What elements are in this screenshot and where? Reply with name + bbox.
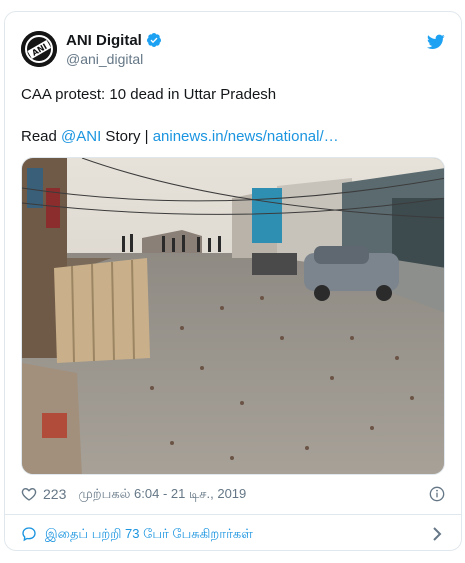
like-count[interactable]: 223 [43, 486, 66, 502]
author-handle[interactable]: @ani_digital [66, 51, 162, 67]
read-prefix: Read [21, 128, 62, 145]
conversation-count-text[interactable]: இதைப் பற்றி 73 பேர் பேசுகிறார்கள் [45, 526, 253, 543]
avatar[interactable]: ANI [21, 31, 57, 67]
tweet-timestamp[interactable]: முற்பகல் 6:04 - 21 டிச., 2019 [78, 486, 246, 503]
ani-logo-icon: ANI [21, 31, 57, 67]
author-names[interactable]: ANI Digital @ani_digital [66, 31, 162, 67]
chevron-right-icon[interactable] [431, 526, 443, 542]
conversation-link[interactable]: இதைப் பற்றி 73 பேர் பேசுகிறார்கள் [21, 522, 445, 546]
author-display-name[interactable]: ANI Digital [66, 32, 142, 49]
info-icon[interactable] [429, 486, 445, 502]
street-scene-photo [22, 158, 444, 474]
story-text: Story | [101, 128, 153, 145]
twitter-bird-icon[interactable] [427, 34, 445, 50]
verified-badge-icon [146, 33, 161, 47]
mention-link[interactable]: @ANI [61, 128, 101, 145]
tweet-text-line-1: CAA protest: 10 dead in Uttar Pradesh [21, 86, 277, 103]
line-break [21, 105, 445, 126]
comment-icon [22, 527, 36, 542]
tweet-photo[interactable] [21, 157, 445, 475]
article-link[interactable]: aninews.in/news/national/… [153, 128, 339, 145]
tweet-meta: 223 முற்பகல் 6:04 - 21 டிச., 2019 [21, 482, 445, 506]
embedded-tweet-card[interactable]: ANI ANI Digital @ani_digital CAA protest… [4, 11, 462, 551]
tweet-header: ANI ANI Digital @ani_digital [21, 31, 445, 71]
tweet-text: CAA protest: 10 dead in Uttar Pradesh Re… [21, 84, 445, 147]
divider [5, 514, 461, 515]
heart-icon[interactable] [21, 486, 37, 502]
tweet-text-line-2: Read @ANI Story | aninews.in/news/nation… [21, 126, 445, 147]
